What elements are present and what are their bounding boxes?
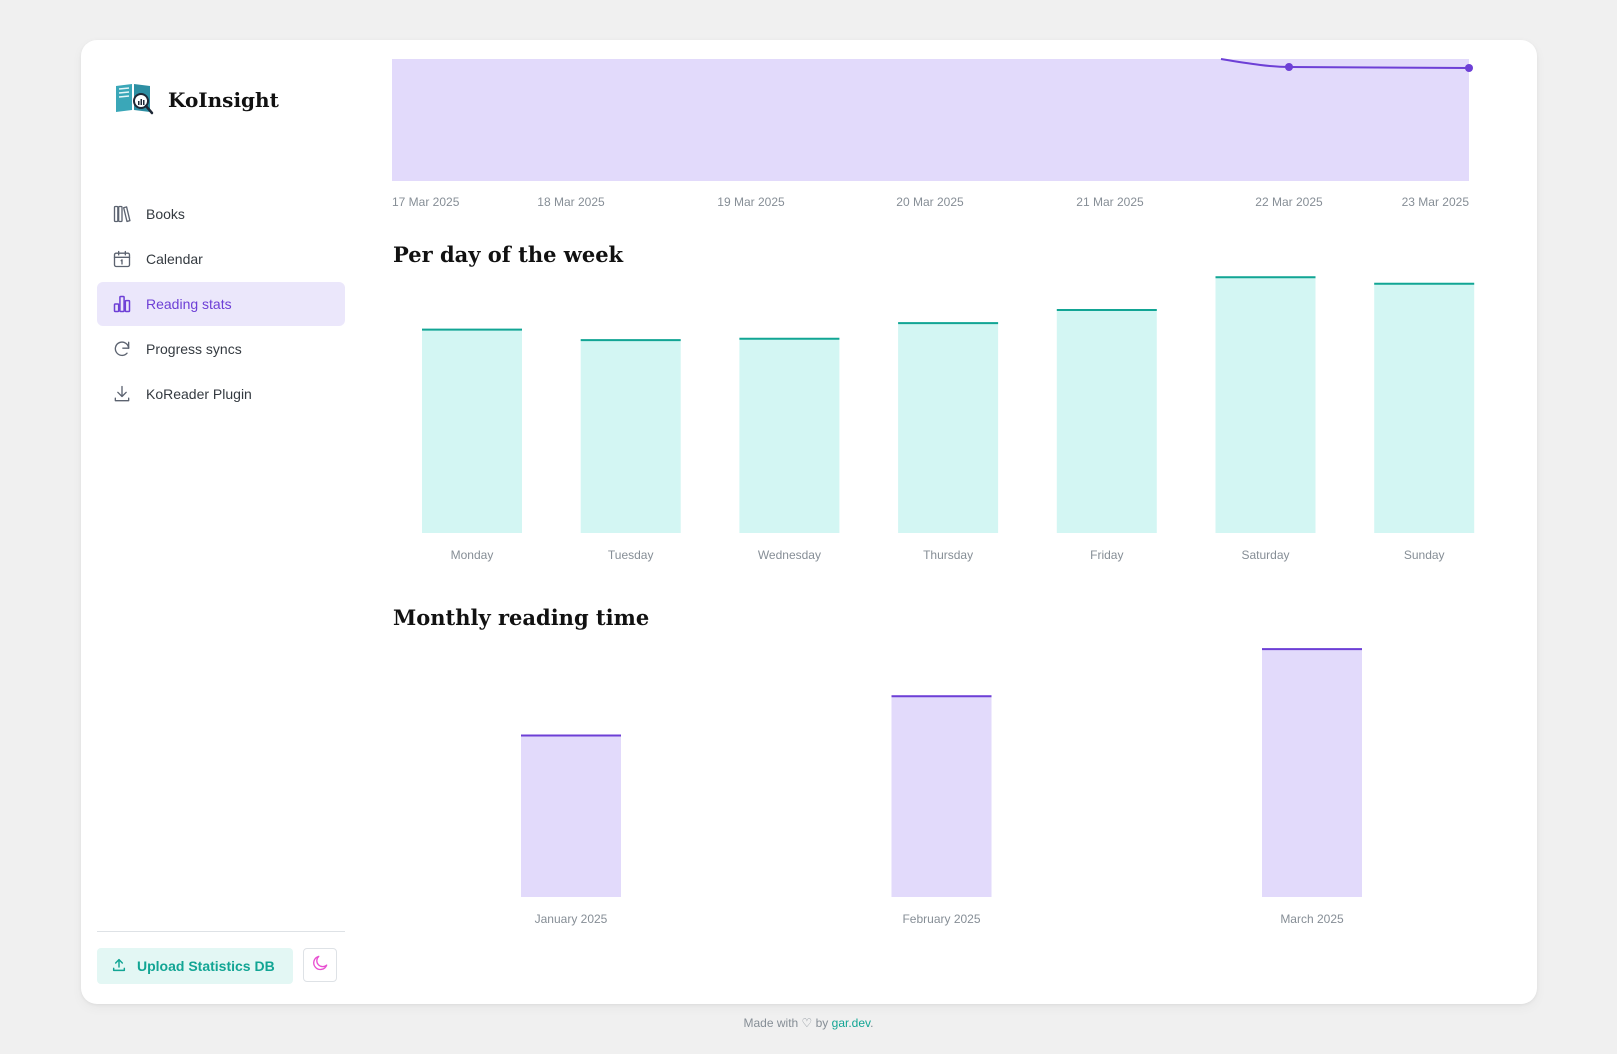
category-label: Wednesday [758,548,821,562]
daily-reading-area-chart: 17 Mar 2025 18 Mar 2025 19 Mar 2025 20 Mar … [392,58,1473,209]
bar[interactable] [422,328,522,533]
category-label: Thursday [923,548,973,562]
x-tick-label: 17 Mar 2025 [392,195,460,209]
category-label: Saturday [1241,548,1289,562]
monthly-title: Monthly reading time [393,605,650,630]
x-tick-label: 20 Mar 2025 [896,195,964,209]
footer: Made with ♡ by gar.dev. [0,1016,1617,1030]
area-point[interactable] [1285,63,1293,71]
area-point[interactable] [1465,64,1473,72]
area-fill [392,59,1469,181]
bar[interactable] [521,734,621,897]
bar[interactable] [1215,276,1316,533]
monthly-bar-chart: January 2025 February 2025 March 2025 [521,648,1362,926]
bar[interactable] [580,339,681,533]
x-tick-label: 23 Mar 2025 [1402,195,1470,209]
category-label: Tuesday [608,548,654,562]
bar[interactable] [898,322,999,533]
category-label: Friday [1090,548,1123,562]
bar[interactable] [891,695,992,897]
category-label: Sunday [1404,548,1445,562]
footer-link[interactable]: gar.dev [832,1016,870,1030]
x-tick-label: 19 Mar 2025 [717,195,785,209]
category-label: February 2025 [902,912,980,926]
category-label: Monday [451,548,494,562]
bar[interactable] [1374,282,1475,533]
bar[interactable] [739,337,840,533]
bar[interactable] [1056,308,1157,533]
x-tick-label: 18 Mar 2025 [537,195,605,209]
x-tick-label: 22 Mar 2025 [1255,195,1323,209]
footer-suffix: . [870,1016,874,1030]
per-day-title: Per day of the week [393,242,624,267]
category-label: January 2025 [535,912,608,926]
bar[interactable] [1262,648,1362,897]
footer-text: Made with ♡ by [743,1016,832,1030]
category-label: March 2025 [1280,912,1344,926]
app-card: KoInsight Books Calendar Reading stats P… [81,40,1537,1004]
x-tick-label: 21 Mar 2025 [1076,195,1144,209]
per-day-bar-chart: Monday Tuesday Wednesday Thursday Friday Satu… [422,276,1475,562]
main-content: 17 Mar 2025 18 Mar 2025 19 Mar 2025 20 Mar … [81,40,1537,1004]
